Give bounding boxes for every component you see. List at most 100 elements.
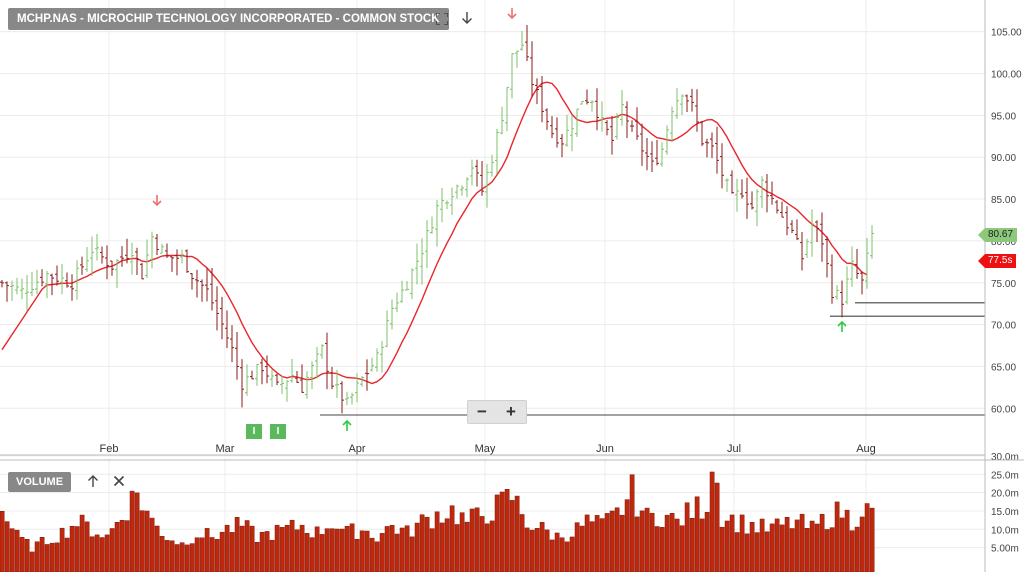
- arrow-up-icon[interactable]: [85, 474, 101, 491]
- volume-bar: [259, 531, 265, 572]
- volume-bar: [254, 542, 260, 572]
- volume-bar: [689, 517, 695, 572]
- volume-tick-label: 30.0m: [991, 452, 1019, 463]
- volume-bar: [104, 534, 110, 572]
- volume-bar: [79, 514, 85, 572]
- volume-bar: [819, 514, 825, 572]
- volume-bar: [724, 520, 730, 572]
- volume-bar: [539, 522, 545, 572]
- volume-bar: [749, 521, 755, 572]
- volume-bar: [809, 520, 815, 572]
- sell-arrow-icon: [152, 195, 162, 207]
- buy-arrow-icon: [837, 320, 847, 332]
- moving-average-line: [1, 81, 868, 385]
- price-tick-label: 90.00: [991, 153, 1016, 164]
- volume-bar: [239, 525, 245, 572]
- volume-bar: [369, 537, 375, 572]
- volume-bar: [734, 532, 740, 572]
- volume-bar: [74, 526, 80, 572]
- volume-bar: [69, 525, 75, 572]
- price-tick-label: 65.00: [991, 362, 1016, 373]
- volume-bar: [194, 537, 200, 572]
- volume-bar: [849, 530, 855, 572]
- volume-bar: [229, 532, 235, 572]
- expand-icon[interactable]: [434, 12, 450, 28]
- volume-bar: [39, 536, 45, 572]
- volume-bar: [839, 517, 845, 572]
- volume-bar: [739, 514, 745, 572]
- volume-bar: [394, 533, 400, 572]
- volume-tick-label: 5.00m: [991, 544, 1019, 555]
- month-label: May: [475, 443, 496, 455]
- month-label: Aug: [856, 443, 876, 455]
- volume-bar: [289, 519, 295, 572]
- signal-marker-2[interactable]: I: [270, 424, 286, 439]
- volume-bar: [129, 490, 135, 572]
- volume-bar: [634, 516, 640, 572]
- volume-bar: [334, 528, 340, 572]
- volume-bar: [309, 537, 315, 572]
- zoom-in-button[interactable]: +: [497, 401, 525, 423]
- volume-bar: [419, 514, 425, 572]
- volume-bar: [224, 524, 230, 572]
- ohlc-bars: [0, 25, 874, 414]
- volume-bar: [519, 514, 525, 572]
- volume-bar: [354, 539, 360, 572]
- month-label: Mar: [216, 443, 235, 455]
- buy-arrow-icon: [342, 419, 352, 431]
- volume-bar: [774, 518, 780, 572]
- volume-bar: [94, 534, 100, 572]
- volume-bar: [119, 520, 125, 572]
- volume-bar: [719, 526, 725, 572]
- volume-bar: [709, 471, 715, 572]
- volume-bar: [489, 520, 495, 572]
- volume-bar: [84, 521, 90, 572]
- volume-bar: [534, 528, 540, 572]
- volume-bar: [694, 496, 700, 572]
- volume-bar: [409, 536, 415, 572]
- volume-tick-label: 15.0m: [991, 507, 1019, 518]
- support-lines: [320, 302, 985, 416]
- volume-bar: [499, 491, 505, 572]
- volume-bar: [184, 544, 190, 572]
- download-arrow-icon[interactable]: [459, 11, 475, 28]
- volume-bar: [219, 531, 225, 572]
- volume-bar: [179, 542, 185, 572]
- volume-bar: [804, 528, 810, 572]
- volume-tick-label: 20.0m: [991, 489, 1019, 500]
- volume-bar: [744, 533, 750, 572]
- volume-bar: [824, 529, 830, 572]
- volume-bar: [4, 521, 10, 572]
- close-icon[interactable]: [111, 474, 127, 490]
- volume-bar: [864, 503, 870, 572]
- volume-bar: [659, 527, 665, 572]
- zoom-out-button[interactable]: −: [468, 401, 496, 423]
- price-tick-label: 75.00: [991, 279, 1016, 290]
- volume-bar: [204, 528, 210, 572]
- price-tick-label: 85.00: [991, 195, 1016, 206]
- volume-bar: [319, 534, 325, 572]
- price-volume-chart[interactable]: 105.00100.0095.0090.0085.0080.0075.0070.…: [0, 0, 1024, 572]
- volume-bar: [19, 537, 25, 572]
- volume-bar: [504, 489, 510, 572]
- volume-bar: [699, 518, 705, 572]
- volume-bar: [729, 514, 735, 572]
- volume-bar: [124, 520, 130, 572]
- volume-panel-title: VOLUME: [8, 472, 72, 492]
- volume-bar: [109, 528, 115, 572]
- volume-bar: [154, 525, 160, 572]
- month-label: Jul: [727, 443, 741, 455]
- volume-bar: [469, 508, 475, 572]
- volume-bar: [764, 531, 770, 572]
- signal-marker-1[interactable]: I: [246, 424, 262, 439]
- volume-bar: [444, 518, 450, 572]
- volume-bar: [664, 514, 670, 572]
- volume-bar: [704, 512, 710, 572]
- volume-bar: [589, 521, 595, 572]
- volume-bar: [159, 536, 165, 572]
- volume-bar: [564, 541, 570, 572]
- last-price-tag: 80.67: [978, 228, 1018, 242]
- volume-bar: [14, 529, 20, 572]
- volume-bar: [529, 529, 535, 572]
- volume-bar: [299, 524, 305, 572]
